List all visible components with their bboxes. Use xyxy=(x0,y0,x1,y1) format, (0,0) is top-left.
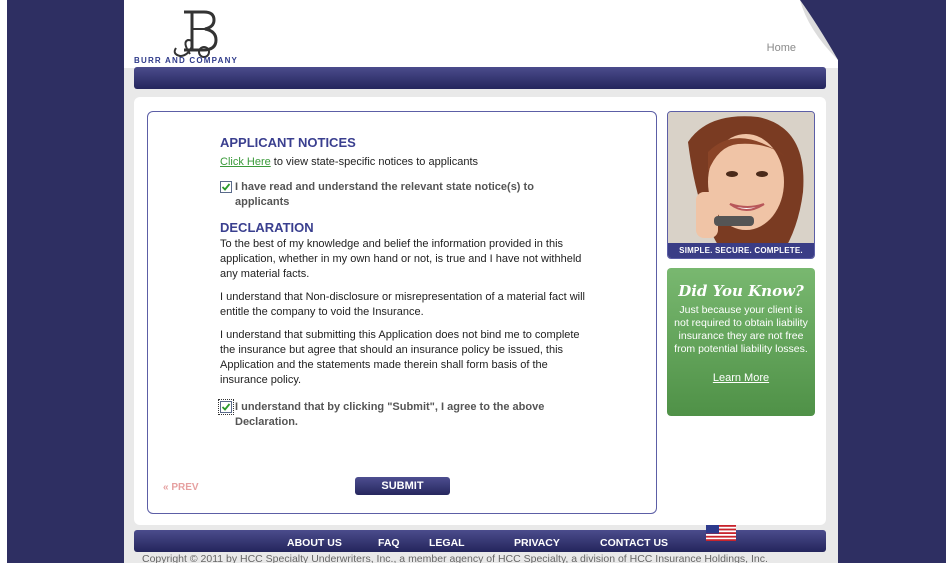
company-name: BURR AND COMPANY xyxy=(134,56,239,65)
promo-photo: SIMPLE. SECURE. COMPLETE. xyxy=(667,111,815,259)
state-notice-check-row: I have read and understand the relevant … xyxy=(220,180,590,210)
footer-link-contact-us[interactable]: CONTACT US xyxy=(600,537,668,549)
did-you-know-box: Did You Know? Just because your client i… xyxy=(667,268,815,416)
footer-link-legal[interactable]: LEGAL xyxy=(429,537,465,549)
prev-button[interactable]: « PREV xyxy=(163,482,199,493)
state-notice-checkbox-label: I have read and understand the relevant … xyxy=(235,181,534,208)
applicant-notices-title: APPLICANT NOTICES xyxy=(220,135,356,150)
declaration-paragraph-3: I understand that submitting this Applic… xyxy=(220,329,580,386)
checkmark-icon xyxy=(221,403,231,411)
state-notice-checkbox[interactable] xyxy=(220,181,232,193)
declaration-checkbox[interactable] xyxy=(218,399,234,415)
notices-line: Click Here to view state-specific notice… xyxy=(220,155,590,170)
did-you-know-text: Just because your client is not required… xyxy=(674,304,808,355)
did-you-know-title: Did You Know? xyxy=(678,282,804,300)
click-here-link[interactable]: Click Here xyxy=(220,156,271,168)
footer-link-about-us[interactable]: ABOUT US xyxy=(287,537,342,549)
footer-link-faq[interactable]: FAQ xyxy=(378,537,400,549)
application-form-panel: APPLICANT NOTICES Click Here to view sta… xyxy=(147,111,657,514)
notices-line-text: to view state-specific notices to applic… xyxy=(270,156,478,168)
woman-photo-illustration xyxy=(668,112,814,258)
declaration-check-row: I understand that by clicking "Submit", … xyxy=(218,399,590,430)
copyright-text: Copyright © 2011 by HCC Specialty Underw… xyxy=(142,553,768,563)
learn-more-link[interactable]: Learn More xyxy=(713,372,769,384)
footer-nav-bar: ABOUT US FAQ LEGAL PRIVACY CONTACT US xyxy=(134,525,826,552)
declaration-paragraph-1: To the best of my knowledge and belief t… xyxy=(220,238,582,280)
submit-button[interactable]: SUBMIT xyxy=(355,477,450,495)
logo-monogram-icon xyxy=(173,10,218,58)
declaration-checkbox-label: I understand that by clicking "Submit", … xyxy=(235,401,545,428)
content-area: APPLICANT NOTICES Click Here to view sta… xyxy=(134,97,826,525)
checkmark-icon xyxy=(221,183,231,191)
promo-caption: SIMPLE. SECURE. COMPLETE. xyxy=(668,243,814,258)
company-logo[interactable]: BURR AND COMPANY xyxy=(134,8,274,66)
page-container: BURR AND COMPANY Home APPLICANT NOTICES … xyxy=(124,0,838,563)
left-edge-strip xyxy=(0,0,7,563)
header: BURR AND COMPANY Home xyxy=(124,0,838,68)
us-flag-icon[interactable] xyxy=(706,525,736,541)
footer-link-privacy[interactable]: PRIVACY xyxy=(514,537,560,549)
declaration-paragraph-2: I understand that Non-disclosure or misr… xyxy=(220,291,586,318)
top-nav-bar xyxy=(134,67,826,89)
home-link[interactable]: Home xyxy=(767,42,796,54)
declaration-title: DECLARATION xyxy=(220,220,314,235)
page-curl-decoration xyxy=(778,0,838,68)
form-content: APPLICANT NOTICES Click Here to view sta… xyxy=(218,135,590,440)
